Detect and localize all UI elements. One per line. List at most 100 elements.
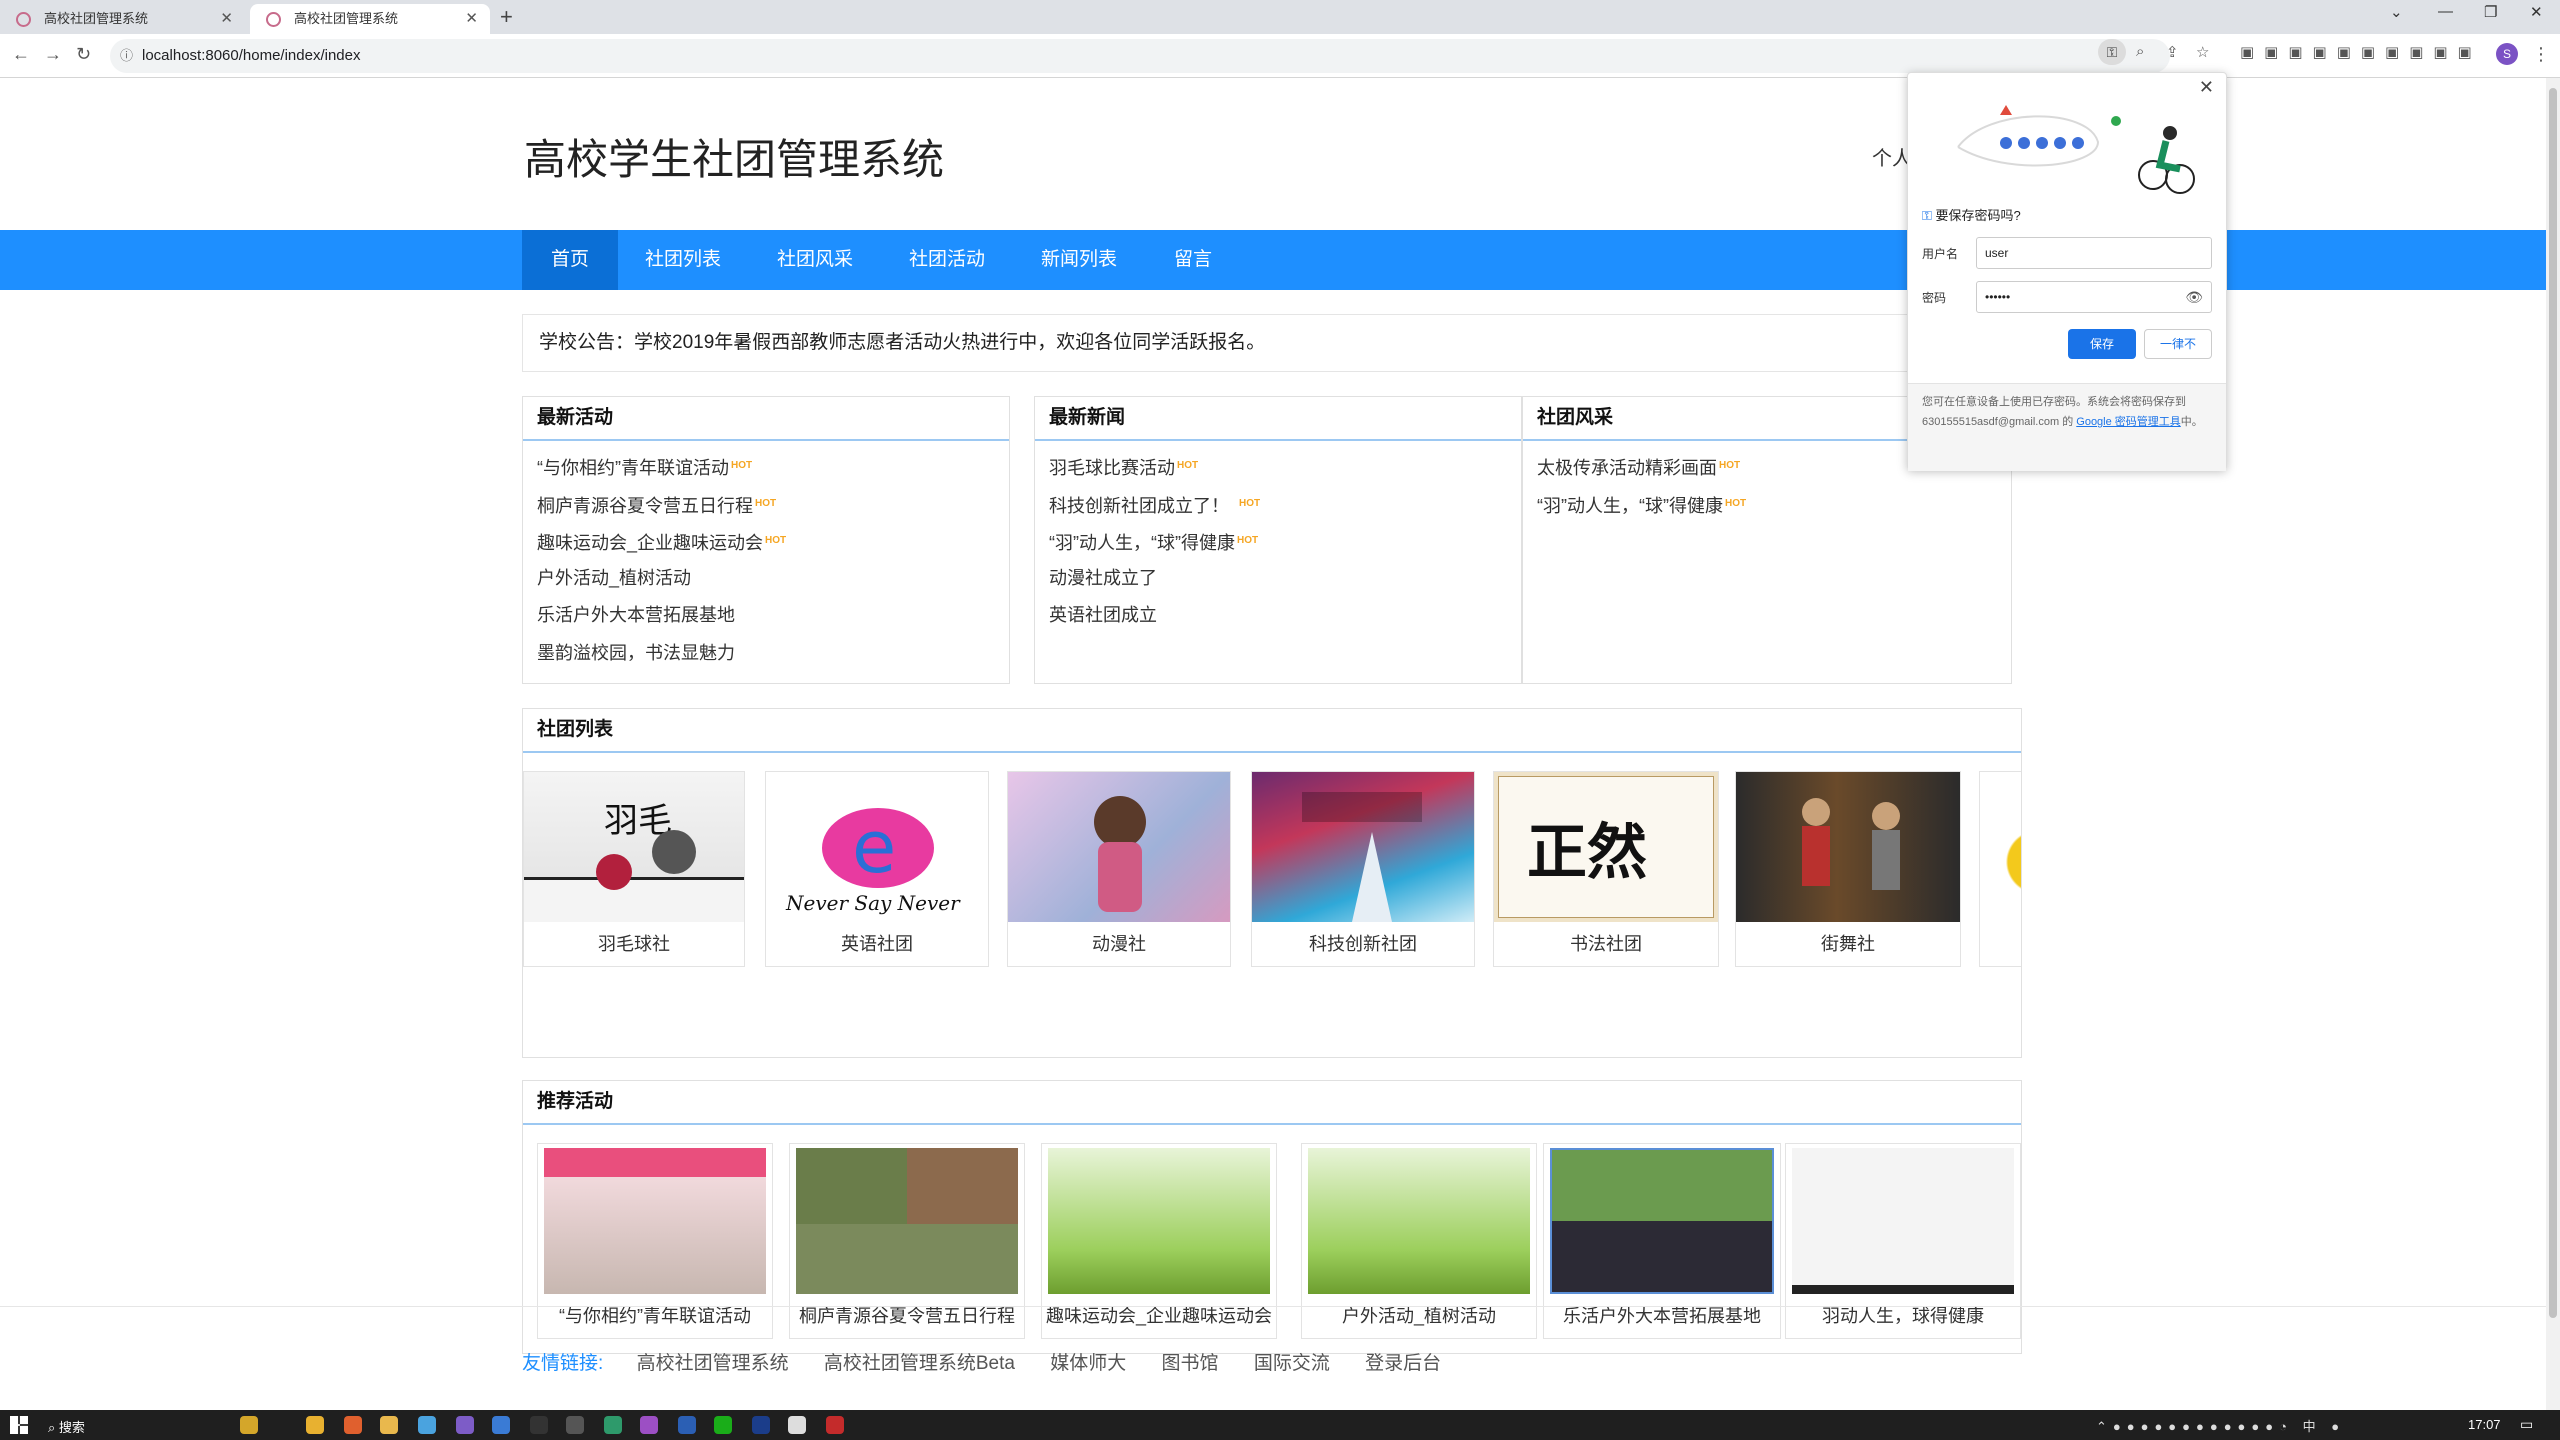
chrome-icon[interactable]: [306, 1416, 324, 1434]
club-card-english[interactable]: e Never Say Never 英语社团: [765, 771, 989, 967]
chat-icon[interactable]: [566, 1416, 584, 1434]
footer-link[interactable]: 媒体师大: [1050, 1353, 1126, 1374]
file-explorer-icon[interactable]: [380, 1416, 398, 1434]
wechat-icon[interactable]: [714, 1416, 732, 1434]
menu-kebab-icon[interactable]: ⋮: [2532, 44, 2550, 65]
close-icon[interactable]: ✕: [2199, 77, 2214, 98]
notification-icon[interactable]: ▭: [2520, 1416, 2533, 1433]
terminal-icon[interactable]: [530, 1416, 548, 1434]
scrollbar-thumb[interactable]: [2549, 88, 2557, 1318]
forward-icon[interactable]: →: [44, 44, 62, 65]
hot-badge: HOT: [731, 460, 753, 471]
site-info-icon[interactable]: ⓘ: [120, 39, 133, 73]
activity-image: [544, 1148, 766, 1294]
club-card-tech[interactable]: 科技创新社团: [1251, 771, 1475, 967]
club-card-calligraphy[interactable]: 正然 书法社团: [1493, 771, 1719, 967]
footer-link[interactable]: 高校社团管理系统Beta: [824, 1353, 1015, 1374]
nav-messages[interactable]: 留言: [1158, 230, 1228, 290]
app-icon[interactable]: [826, 1416, 844, 1434]
browser-tab-2[interactable]: 高校社团管理系统 ✕: [250, 4, 490, 34]
app-icon[interactable]: [492, 1416, 510, 1434]
restore-icon[interactable]: ❐: [2484, 3, 2497, 21]
list-item[interactable]: 英语社团成立: [1049, 597, 1521, 635]
nav-home[interactable]: 首页: [522, 230, 618, 290]
username-field[interactable]: user: [1976, 237, 2212, 269]
minimize-icon[interactable]: —: [2438, 3, 2453, 20]
list-item[interactable]: 户外活动_植树活动: [537, 560, 1009, 598]
club-card-partial[interactable]: [1979, 771, 2021, 967]
password-manager-link[interactable]: Google 密码管理工具: [2076, 416, 2181, 428]
clock[interactable]: 17:07: [2468, 1417, 2501, 1432]
list-item[interactable]: 墨韵溢校园，书法显魅力: [537, 635, 1009, 673]
list-item[interactable]: 动漫社成立了: [1049, 560, 1521, 598]
list-item[interactable]: 科技创新社团成立了！ HOT: [1049, 485, 1521, 523]
widget-icon[interactable]: [240, 1416, 258, 1434]
tab-search-icon[interactable]: ⌄: [2390, 3, 2403, 21]
club-card-badminton[interactable]: 羽毛 羽毛球社: [523, 771, 745, 967]
close-window-icon[interactable]: ✕: [2530, 3, 2543, 21]
browser-tab-1[interactable]: 高校社团管理系统 ✕: [0, 4, 245, 34]
bookmark-star-icon[interactable]: ☆: [2196, 43, 2219, 61]
url-bar[interactable]: ⓘ localhost:8060/home/index/index: [110, 39, 2170, 73]
footer-link[interactable]: 图书馆: [1162, 1353, 1219, 1374]
app-icon[interactable]: [456, 1416, 474, 1434]
close-tab-icon[interactable]: ✕: [465, 4, 478, 34]
nav-club-activities[interactable]: 社团活动: [894, 230, 1000, 290]
nav-club-list[interactable]: 社团列表: [630, 230, 736, 290]
activity-card[interactable]: 趣味运动会_企业趣味运动会: [1041, 1143, 1277, 1339]
activity-card[interactable]: 户外活动_植树活动: [1301, 1143, 1537, 1339]
system-tray[interactable]: ⌃●●●●●●●●●●●●◔ 中 ●: [2096, 1416, 2345, 1435]
windows-start-icon[interactable]: [10, 1416, 28, 1434]
activity-image: [796, 1148, 1018, 1294]
footer-link[interactable]: 高校社团管理系统: [637, 1353, 789, 1374]
list-item[interactable]: “羽”动人生，“球”得健康 HOT: [1049, 522, 1521, 560]
share-icon[interactable]: ⇪: [2166, 43, 2189, 61]
list-item[interactable]: 羽毛球比赛活动 HOT: [1049, 447, 1521, 485]
hot-badge: HOT: [1239, 497, 1261, 509]
activity-image: [1048, 1148, 1270, 1294]
password-field[interactable]: •••••• 👁: [1976, 281, 2212, 313]
word-icon[interactable]: [678, 1416, 696, 1434]
never-save-button[interactable]: 一律不: [2144, 329, 2212, 359]
activity-card[interactable]: 羽动人生，球得健康: [1785, 1143, 2021, 1339]
svg-text:Never Say Never: Never Say Never: [785, 891, 961, 915]
nav-news-list[interactable]: 新闻列表: [1026, 230, 1132, 290]
list-item[interactable]: 桐庐青源谷夏令营五日行程 HOT: [537, 485, 1009, 523]
taskbar-search[interactable]: ⌕ 搜索: [48, 1417, 85, 1436]
activity-card[interactable]: “与你相约”青年联谊活动: [537, 1143, 773, 1339]
app-icon[interactable]: [418, 1416, 436, 1434]
save-password-button[interactable]: 保存: [2068, 329, 2136, 359]
news-list: 羽毛球比赛活动 HOT 科技创新社团成立了！ HOT “羽”动人生，“球”得健康 HO…: [1035, 441, 1521, 635]
back-icon[interactable]: ←: [12, 44, 30, 65]
reload-icon[interactable]: ↻: [76, 44, 91, 65]
club-list-section: 社团列表 羽毛 羽毛球社 eNever Say Never 英语社团 动漫社: [522, 708, 2022, 1058]
extension-icons[interactable]: ▣▣▣▣▣▣▣▣▣▣: [2240, 43, 2482, 61]
list-item[interactable]: “与你相约”青年联谊活动 HOT: [537, 447, 1009, 485]
hot-badge: HOT: [1719, 460, 1741, 471]
list-item[interactable]: 乐活户外大本营拓展基地: [537, 597, 1009, 635]
personal-center-link[interactable]: 个人: [1872, 142, 1912, 171]
app-icon[interactable]: [604, 1416, 622, 1434]
firefox-icon[interactable]: [344, 1416, 362, 1434]
new-tab-icon[interactable]: +: [500, 4, 513, 30]
password-key-icon[interactable]: ⚿: [2098, 39, 2126, 65]
club-card-anime[interactable]: 动漫社: [1007, 771, 1231, 967]
ime-indicator[interactable]: 中: [2303, 1419, 2322, 1434]
list-item[interactable]: 趣味运动会_企业趣味运动会 HOT: [537, 522, 1009, 560]
dialog-title: ⚿ 要保存密码吗?: [1922, 208, 2021, 223]
footer-link[interactable]: 登录后台: [1365, 1353, 1441, 1374]
list-item[interactable]: “羽”动人生，“球”得健康 HOT: [1537, 485, 2011, 523]
zoom-icon[interactable]: ⌕: [2136, 43, 2154, 60]
footer-link[interactable]: 国际交流: [1254, 1353, 1330, 1374]
nav-club-style[interactable]: 社团风采: [762, 230, 868, 290]
club-card-streetdance[interactable]: 街舞社: [1735, 771, 1961, 967]
activity-card[interactable]: 桐庐青源谷夏令营五日行程: [789, 1143, 1025, 1339]
profile-avatar[interactable]: S: [2496, 43, 2518, 65]
page-scrollbar[interactable]: [2546, 78, 2560, 1410]
app-icon[interactable]: [640, 1416, 658, 1434]
app-icon[interactable]: [788, 1416, 806, 1434]
show-password-eye-icon[interactable]: 👁: [2185, 282, 2203, 312]
ide-icon[interactable]: [752, 1416, 770, 1434]
close-tab-icon[interactable]: ✕: [220, 4, 233, 34]
activity-card[interactable]: 乐活户外大本营拓展基地: [1543, 1143, 1781, 1339]
